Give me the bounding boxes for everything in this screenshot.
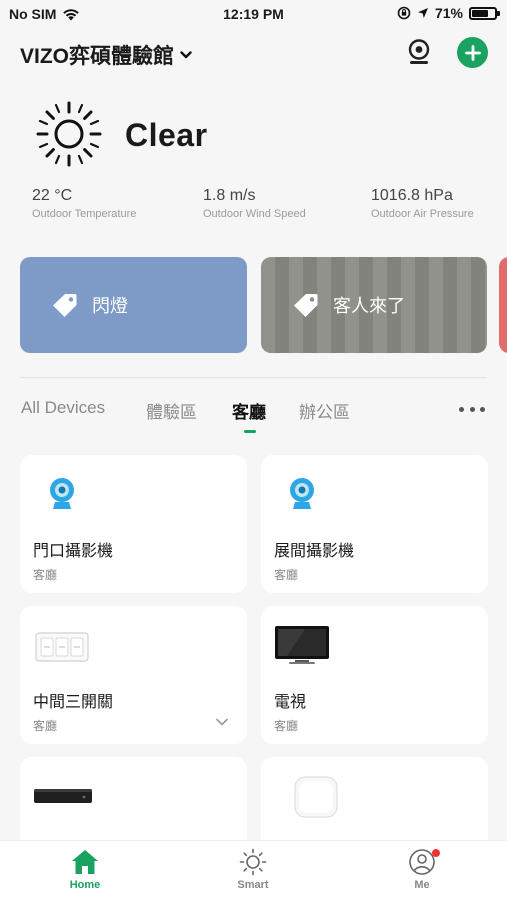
device-card[interactable]: 電視 客廳	[261, 606, 488, 744]
scene-card-partial[interactable]	[499, 257, 507, 353]
weather-panel[interactable]: Clear 22 °C Outdoor Temperature 1.8 m/s …	[0, 95, 507, 235]
tab-office-zone[interactable]: 辦公區	[299, 398, 350, 423]
weather-condition: Clear	[125, 117, 208, 153]
device-name: 電視	[274, 694, 307, 711]
device-name: 門口攝影機	[33, 543, 114, 560]
scene-card-flash[interactable]: 閃燈	[20, 257, 247, 353]
tag-icon	[53, 294, 77, 317]
tab-living-room[interactable]: 客廳	[232, 398, 266, 423]
room-tabs: All Devices 體驗區 客廳 辦公區	[0, 398, 507, 438]
tab-all-devices[interactable]: All Devices	[21, 398, 105, 418]
device-room: 客廳	[33, 568, 58, 582]
wind-speed-stat: 1.8 m/s Outdoor Wind Speed	[203, 187, 306, 220]
home-name: VIZO弈碩體驗館	[20, 45, 175, 68]
nav-label: Smart	[237, 879, 269, 891]
camera-icon	[50, 478, 74, 509]
wind-speed-label: Outdoor Wind Speed	[203, 208, 306, 220]
hub-icon	[294, 776, 338, 818]
air-pressure-stat: 1016.8 hPa Outdoor Air Pressure	[371, 187, 474, 220]
divider	[20, 377, 487, 378]
more-dot	[469, 406, 475, 412]
tag-icon	[294, 294, 318, 317]
nav-home[interactable]: Home	[45, 848, 125, 891]
camera-icon	[408, 39, 430, 64]
temperature-stat: 22 °C Outdoor Temperature	[32, 187, 136, 220]
rotation-lock-icon	[397, 6, 411, 20]
more-dot	[480, 406, 485, 412]
nav-smart[interactable]: Smart	[213, 848, 293, 891]
device-card[interactable]: 門口攝影機 客廳	[20, 455, 247, 593]
nav-label: Me	[414, 879, 430, 891]
device-card[interactable]: 中間三開關 客廳	[20, 606, 247, 744]
status-icons: 71%	[397, 5, 500, 21]
temperature-value: 22 °C	[32, 187, 73, 204]
status-bar: No SIM 12:19 PM 71%	[0, 0, 507, 30]
scene-label: 閃燈	[92, 296, 128, 316]
set-top-box-icon	[34, 789, 92, 803]
more-options-button[interactable]	[459, 402, 485, 416]
plus-icon	[464, 44, 481, 61]
nav-label: Home	[69, 879, 101, 891]
scene-label: 客人來了	[333, 296, 405, 316]
device-name: 展間攝影機	[274, 543, 355, 560]
header: VIZO弈碩體驗館	[0, 30, 507, 80]
temperature-label: Outdoor Temperature	[32, 208, 137, 220]
sun-outline-icon	[239, 848, 267, 876]
tab-experience-zone[interactable]: 體驗區	[146, 398, 197, 423]
device-room: 客廳	[33, 719, 58, 733]
add-button[interactable]	[457, 37, 488, 68]
more-dot	[459, 406, 464, 412]
sun-icon	[36, 101, 102, 167]
active-tab-indicator	[244, 430, 256, 433]
notification-badge	[432, 849, 440, 857]
wind-speed-value: 1.8 m/s	[203, 187, 256, 204]
device-room: 客廳	[274, 568, 299, 582]
camera-button[interactable]	[404, 37, 434, 67]
device-room: 客廳	[274, 719, 299, 733]
bottom-nav: Home Smart Me	[0, 840, 507, 900]
battery-icon	[469, 6, 500, 20]
home-selector[interactable]: VIZO弈碩體驗館	[20, 40, 192, 70]
device-name: 中間三開關	[33, 694, 114, 711]
home-icon	[72, 850, 98, 874]
device-card[interactable]: 展間攝影機 客廳	[261, 455, 488, 593]
nav-me[interactable]: Me	[382, 848, 462, 891]
scene-card-guest-arrived[interactable]: 客人來了	[261, 257, 487, 353]
air-pressure-value: 1016.8 hPa	[371, 187, 453, 204]
camera-icon	[290, 478, 314, 509]
switch-icon	[35, 632, 89, 662]
location-arrow-icon	[417, 8, 428, 18]
air-pressure-label: Outdoor Air Pressure	[371, 208, 474, 220]
chevron-down-icon	[180, 51, 192, 59]
chevron-down-icon[interactable]	[215, 717, 229, 727]
battery-percent: 71%	[434, 5, 463, 21]
tv-icon	[275, 626, 329, 664]
battery-level	[472, 9, 488, 17]
